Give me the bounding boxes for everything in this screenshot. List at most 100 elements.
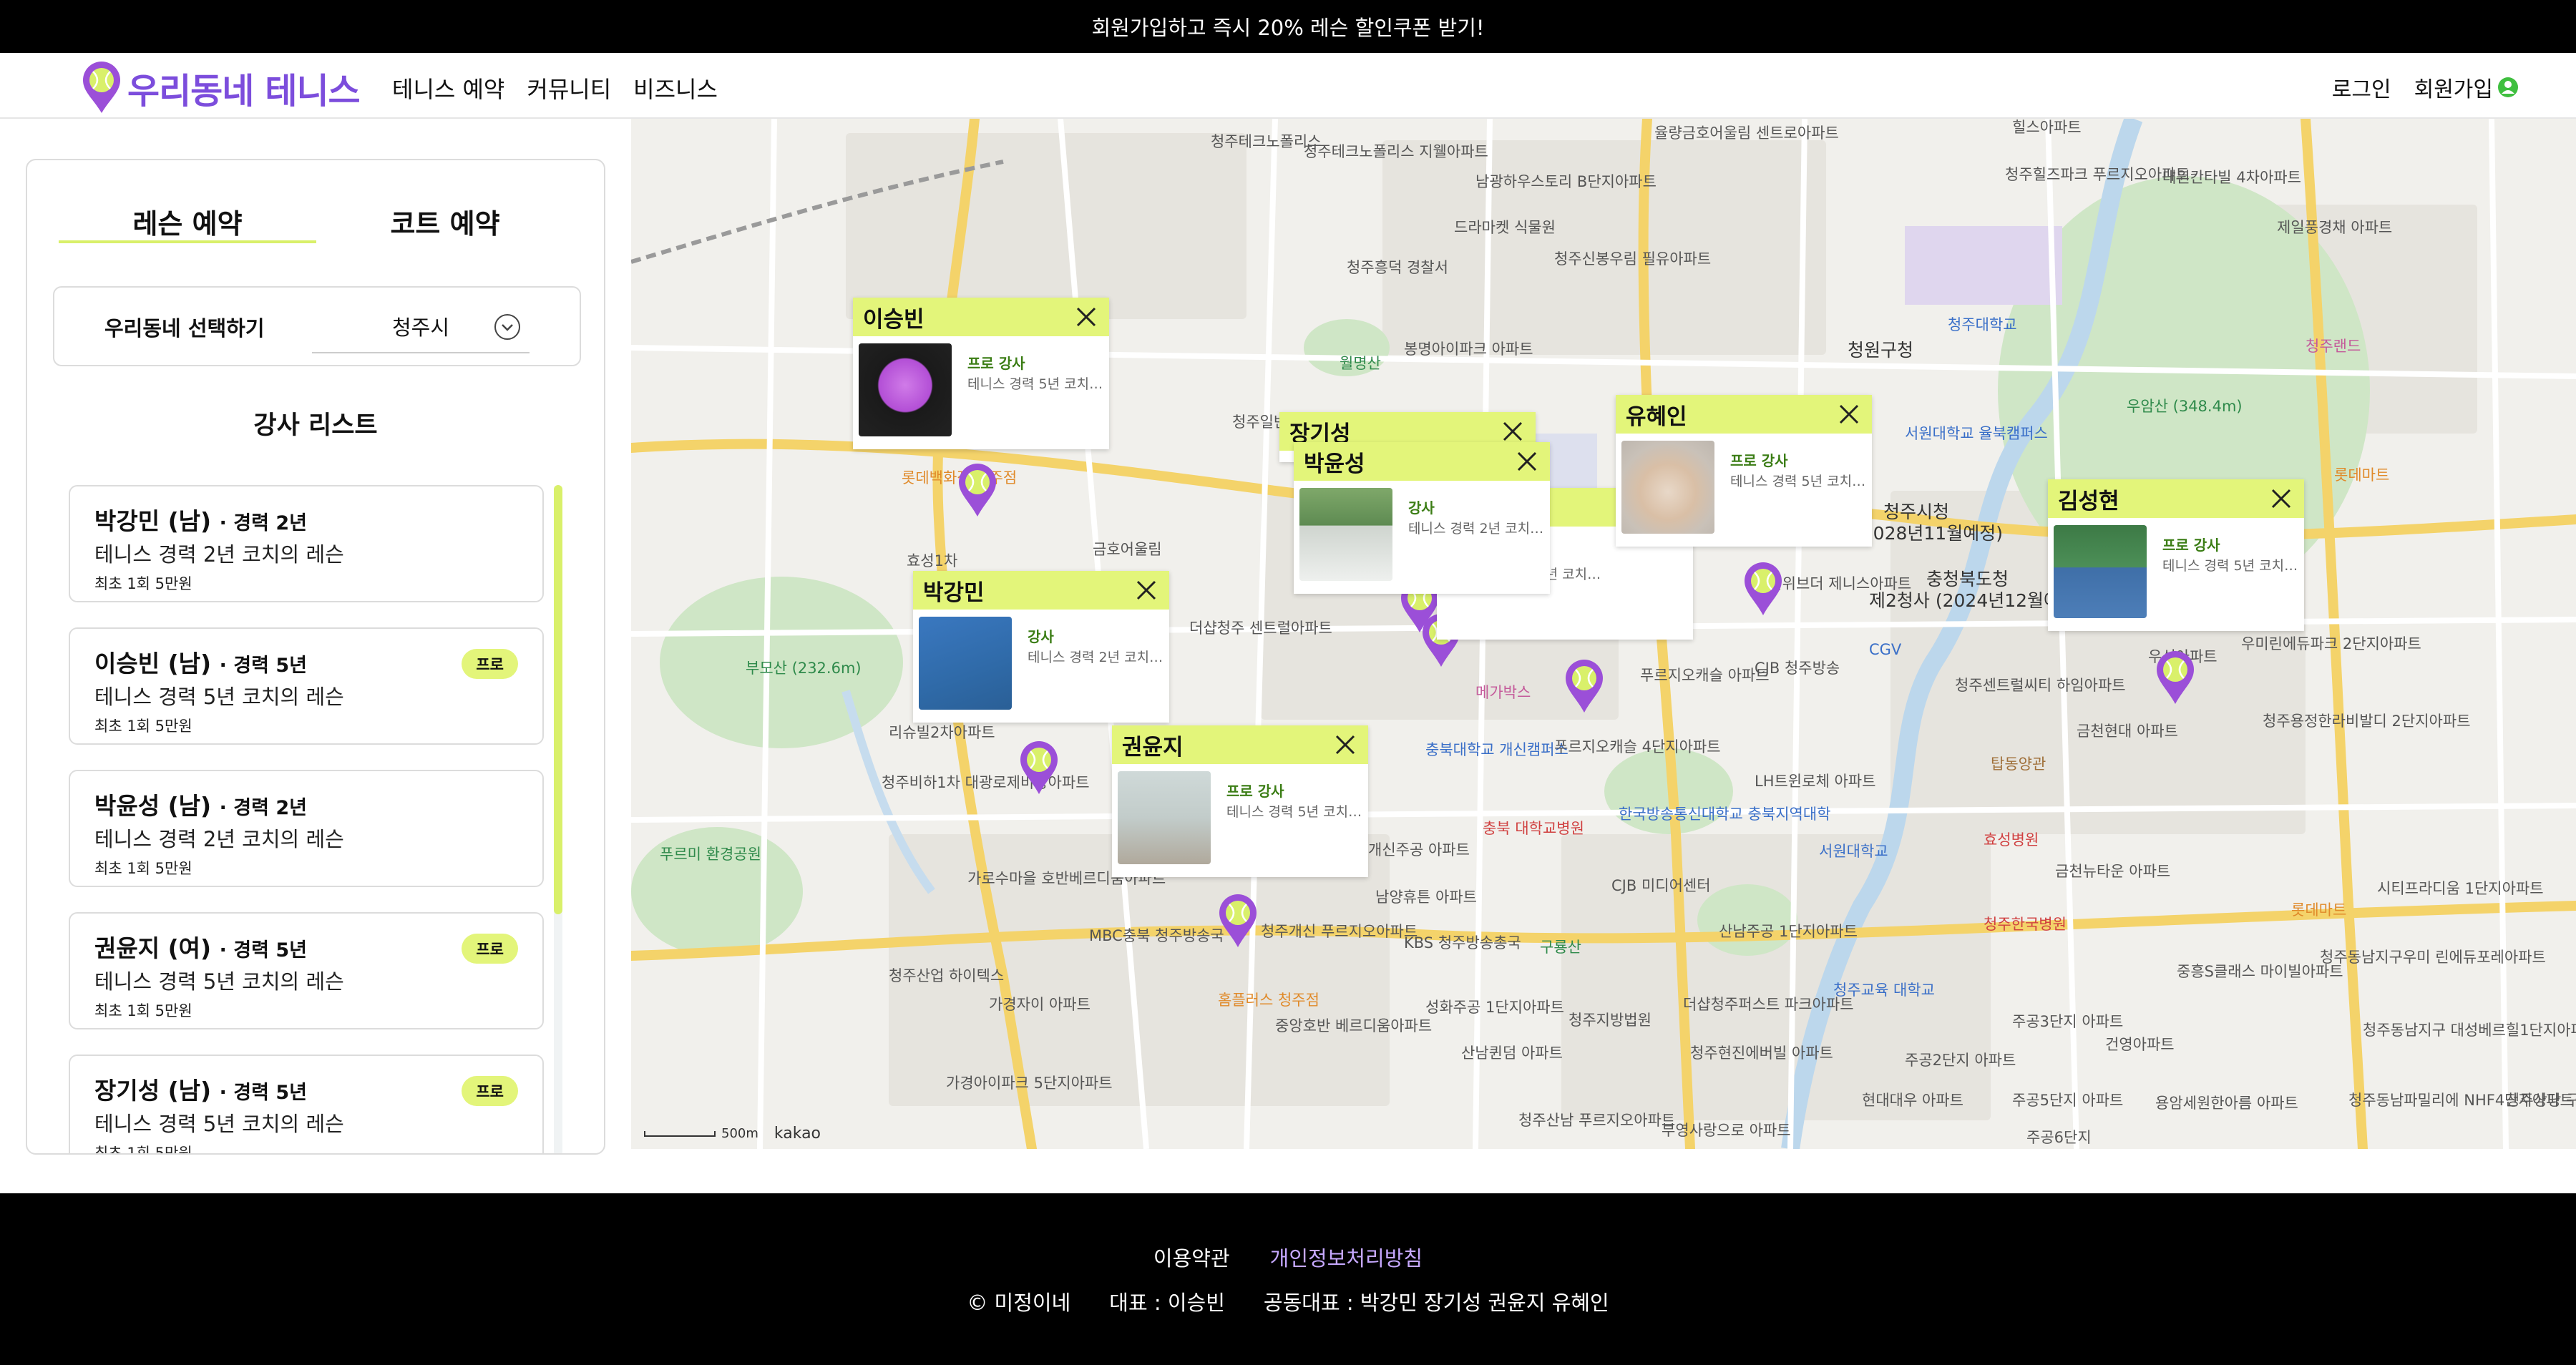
ceo: 대표 : 이승빈 [1109, 1291, 1225, 1315]
company-name: © 미정이네 [967, 1291, 1071, 1315]
popup-header: 유혜인 [1616, 395, 1872, 434]
close-icon[interactable] [1836, 401, 1862, 427]
chevron-down-icon [494, 314, 520, 340]
map-label: 청주랜드 [2306, 338, 2361, 355]
instructor-career: · 경력 2년 [219, 797, 307, 819]
popup-role: 프로 강사 [1226, 783, 1284, 800]
map-label: 한국방송통신대학교 충북지역대학 [1619, 806, 1831, 823]
tab-lesson-booking[interactable]: 레슨 예약 [59, 193, 316, 243]
popup-role: 강사 [1028, 628, 1054, 645]
instructor-name: 장기성 (남) [94, 1077, 212, 1105]
instructor-list[interactable]: 박강민 (남) · 경력 2년 테니스 경력 2년 코치의 레슨 최초 1회 5… [69, 485, 544, 1155]
close-icon[interactable] [1133, 577, 1159, 603]
map-label: 가경자이 아파트 [989, 996, 1091, 1013]
map-label: 청원구청 [1848, 340, 1914, 361]
map-label: 효성1차 [907, 552, 958, 569]
map-label: 금천현대 아파트 [2077, 723, 2178, 740]
instructor-popup[interactable]: 박강민 강사 테니스 경력 2년 코치의 레슨 [913, 571, 1169, 723]
nav-community[interactable]: 커뮤니티 [527, 72, 611, 104]
popup-role: 프로 강사 [967, 355, 1025, 372]
map-label: 청주개신 푸르지오아파트 [1261, 923, 1418, 940]
privacy-link[interactable]: 개인정보처리방침 [1270, 1242, 1423, 1272]
instructor-name-line: 박윤성 (남) · 경력 2년 [94, 787, 307, 821]
region-dropdown[interactable]: 청주시 [312, 300, 530, 353]
map-label: 용암세원한아름 아파트 [2155, 1095, 2298, 1112]
instructor-popup[interactable]: 유혜인 프로 강사 테니스 경력 5년 코치의 레슨 [1616, 395, 1872, 547]
instructor-price: 최초 1회 5만원 [94, 1145, 192, 1155]
map-provider: kakao [774, 1125, 821, 1143]
map-label: 청주흥덕 경찰서 [1347, 259, 1448, 276]
logo[interactable]: 우리동네 테니스 [80, 62, 361, 114]
instructor-photo [1118, 771, 1211, 864]
map-label: 롯데마트 [2291, 901, 2347, 919]
nav-business[interactable]: 비즈니스 [633, 72, 718, 104]
auth-links: 로그인 회원가입 [2332, 72, 2519, 103]
map-label: 청주산업 하이텍스 [889, 967, 1005, 984]
popup-header: 이승빈 [853, 298, 1109, 336]
tennis-pin-icon[interactable] [1742, 559, 1785, 617]
map-label: 대원칸타빌 4차아파트 [2162, 169, 2301, 186]
tennis-pin-icon[interactable] [2154, 648, 2197, 705]
promo-banner[interactable]: 회원가입하고 즉시 20% 레슨 할인쿠폰 받기! [0, 0, 2576, 53]
instructor-card[interactable]: 박윤성 (남) · 경력 2년 테니스 경력 2년 코치의 레슨 최초 1회 5… [69, 770, 544, 887]
map-label: 청주교육 대학교 [1833, 982, 1935, 999]
instructor-popup[interactable]: 박윤성 강사 테니스 경력 2년 코치의 레슨 [1294, 442, 1550, 594]
popup-name: 이승빈 [863, 306, 924, 333]
instructor-photo [1299, 488, 1392, 581]
scrollbar-thumb[interactable] [554, 485, 562, 914]
popup-desc: 테니스 경력 5년 코치의 레슨 [2162, 558, 2298, 574]
popup-role: 강사 [1408, 499, 1435, 517]
promo-text[interactable]: 회원가입하고 즉시 20% 레슨 할인쿠폰 받기! [1091, 11, 1484, 41]
map-label: 드라마켓 식물원 [1454, 219, 1556, 236]
map-label: 구룡산 [1540, 939, 1581, 956]
tennis-pin-icon[interactable] [1216, 891, 1259, 949]
nav-tennis-booking[interactable]: 테니스 예약 [392, 72, 504, 104]
site-header: 우리동네 테니스 테니스 예약 커뮤니티 비즈니스 로그인 회원가입 [0, 53, 2576, 119]
close-icon[interactable] [2268, 486, 2294, 512]
map-view[interactable]: 청주테크노폴리스 청주테크노폴리스 지웰아파트 율량금호어울림 센트로아파트 힐… [631, 119, 2576, 1149]
tennis-pin-icon[interactable] [1018, 738, 1060, 796]
map-label: 남광하우스토리 B단지아파트 [1475, 173, 1657, 190]
instructor-name: 이승빈 (남) [94, 650, 212, 677]
login-link[interactable]: 로그인 [2332, 72, 2391, 103]
instructor-desc: 테니스 경력 2년 코치의 레슨 [94, 542, 344, 567]
map-label: 봉명아이파크 아파트 [1404, 341, 1533, 358]
popup-header: 권윤지 [1112, 725, 1368, 764]
logo-text: 우리동네 테니스 [127, 70, 361, 112]
tennis-pin-icon[interactable] [1563, 657, 1606, 714]
instructor-popup[interactable]: 김성현 프로 강사 테니스 경력 5년 코치의 레슨 [2048, 479, 2304, 631]
footer-info: © 미정이네 대표 : 이승빈 공동대표 : 박강민 장기성 권윤지 유혜인 [0, 1286, 2576, 1316]
map-label: CJB 미디어센터 [1611, 877, 1711, 894]
co-ceo: 공동대표 : 박강민 장기성 권윤지 유혜인 [1263, 1291, 1609, 1315]
map-label: 개신주공 아파트 [1368, 841, 1470, 858]
instructor-career: · 경력 5년 [219, 655, 307, 677]
instructor-card[interactable]: 권윤지 (여) · 경력 5년 테니스 경력 5년 코치의 레슨 최초 1회 5… [69, 912, 544, 1029]
close-icon[interactable] [1073, 304, 1099, 330]
tennis-pin-icon[interactable] [956, 461, 999, 518]
region-value: 청주시 [391, 315, 450, 340]
instructor-popup[interactable]: 권윤지 프로 강사 테니스 경력 5년 코치의 레슨 [1112, 725, 1368, 877]
instructor-card[interactable]: 장기성 (남) · 경력 5년 테니스 경력 5년 코치의 레슨 최초 1회 5… [69, 1055, 544, 1155]
popup-desc: 테니스 경력 2년 코치의 레슨 [1028, 650, 1163, 665]
list-scrollbar[interactable] [554, 485, 562, 1153]
signup-link[interactable]: 회원가입 [2414, 72, 2519, 103]
tab-court-booking[interactable]: 코트 예약 [316, 193, 574, 243]
popup-name: 권윤지 [1122, 734, 1184, 760]
close-icon[interactable] [1500, 419, 1526, 444]
close-icon[interactable] [1332, 732, 1358, 758]
instructor-popup[interactable]: 이승빈 프로 강사 테니스 경력 5년 코치의 레슨 [853, 298, 1109, 449]
popup-name: 박강민 [923, 579, 985, 606]
close-icon[interactable] [1514, 449, 1540, 474]
instructor-card[interactable]: 박강민 (남) · 경력 2년 테니스 경력 2년 코치의 레슨 최초 1회 5… [69, 485, 544, 602]
instructor-name-line: 박강민 (남) · 경력 2년 [94, 502, 307, 537]
map-label: 힐스아파트 [2012, 119, 2082, 136]
main-nav: 테니스 예약 커뮤니티 비즈니스 [392, 72, 718, 104]
popup-desc: 테니스 경력 2년 코치의 레슨 [1408, 521, 1544, 537]
terms-link[interactable]: 이용약관 [1153, 1242, 1230, 1272]
instructor-card[interactable]: 이승빈 (남) · 경력 5년 테니스 경력 5년 코치의 레슨 최초 1회 5… [69, 627, 544, 745]
instructor-name-line: 권윤지 (여) · 경력 5년 [94, 929, 307, 964]
map-label: 푸르미 환경공원 [660, 846, 761, 863]
map-label: (2028년11월예정) [1855, 523, 2003, 544]
map-label: KBS 청주방송총국 [1404, 934, 1521, 951]
map-label: 부모산 (232.6m) [746, 660, 862, 677]
